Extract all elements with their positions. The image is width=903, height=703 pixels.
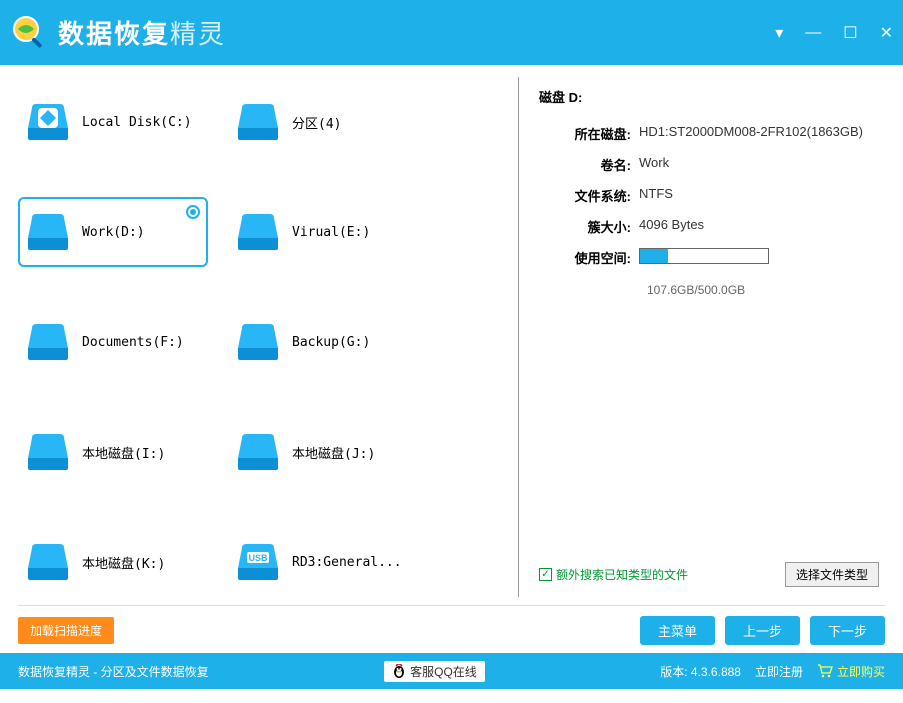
info-val-volname: Work	[639, 155, 879, 174]
info-key-host: 所在磁盘:	[539, 124, 639, 143]
drive-icon: USB	[234, 540, 282, 585]
info-key-fs: 文件系统:	[539, 186, 639, 205]
drive-icon	[24, 430, 72, 475]
info-val-host: HD1:ST2000DM008-2FR102(1863GB)	[639, 124, 879, 143]
buy-link[interactable]: 立即购买	[817, 663, 885, 680]
load-scan-progress-button[interactable]: 加载扫描进度	[18, 617, 114, 644]
info-val-cluster: 4096 Bytes	[639, 217, 879, 236]
action-bar: 加载扫描进度 主菜单 上一步 下一步	[18, 605, 885, 645]
app-logo-icon	[10, 13, 50, 53]
drive-icon	[234, 430, 282, 475]
drive-icon	[234, 100, 282, 145]
drive-icon	[24, 210, 72, 255]
drive-icon	[234, 320, 282, 365]
info-key-usage: 使用空间:	[539, 248, 639, 267]
drive-label: RD3:General...	[292, 555, 402, 570]
drive-item[interactable]: USB RD3:General...	[228, 527, 418, 597]
cart-icon	[817, 664, 833, 678]
info-key-volname: 卷名:	[539, 155, 639, 174]
breadcrumb: 数据恢复精灵 - 分区及文件数据恢复	[18, 663, 209, 680]
extra-search-checkbox[interactable]: ✓ 额外搜索已知类型的文件	[539, 566, 688, 583]
drive-item[interactable]: Virual(E:)	[228, 197, 418, 267]
drive-label: 分区(4)	[292, 113, 341, 132]
version-label: 版本: 4.3.6.888	[660, 663, 741, 680]
close-icon[interactable]: ✕	[880, 23, 893, 43]
drive-label: 本地磁盘(I:)	[82, 443, 165, 462]
prev-button[interactable]: 上一步	[725, 616, 800, 645]
info-val-fs: NTFS	[639, 186, 879, 205]
drive-icon	[24, 320, 72, 365]
drive-item[interactable]: Local Disk(C:)	[18, 87, 208, 157]
drive-label: Work(D:)	[82, 225, 145, 240]
drive-item[interactable]: 本地磁盘(J:)	[228, 417, 418, 487]
next-button[interactable]: 下一步	[810, 616, 885, 645]
drive-item[interactable]: Backup(G:)	[228, 307, 418, 377]
dropdown-icon[interactable]: ▾	[775, 23, 783, 43]
drive-item[interactable]: 本地磁盘(I:)	[18, 417, 208, 487]
register-link[interactable]: 立即注册	[755, 663, 803, 680]
drive-list-panel: Local Disk(C:) 分区(4) Work(D:) Virual(E:) Doc…	[18, 77, 518, 597]
main-content: Local Disk(C:) 分区(4) Work(D:) Virual(E:) Doc…	[0, 65, 903, 653]
drive-item[interactable]: Documents(F:)	[18, 307, 208, 377]
drive-label: Local Disk(C:)	[82, 115, 192, 130]
usage-bar-fill	[640, 249, 668, 263]
checkmark-icon: ✓	[539, 568, 552, 581]
drive-item[interactable]: 分区(4)	[228, 87, 418, 157]
maximize-icon[interactable]: ☐	[843, 23, 857, 43]
drive-label: 本地磁盘(K:)	[82, 553, 165, 572]
qq-support-button[interactable]: 客服QQ在线	[384, 661, 485, 682]
minimize-icon[interactable]: —	[805, 24, 821, 42]
drive-icon	[24, 540, 72, 585]
usage-text: 107.6GB/500.0GB	[647, 283, 879, 297]
drive-icon	[24, 100, 72, 145]
drive-label: Backup(G:)	[292, 335, 370, 350]
statusbar: 数据恢复精灵 - 分区及文件数据恢复 客服QQ在线 版本: 4.3.6.888 …	[0, 653, 903, 689]
qq-penguin-icon	[392, 664, 406, 678]
logo-area: 数据恢复精灵	[10, 13, 226, 53]
info-title: 磁盘 D:	[539, 87, 879, 106]
drive-info-panel: 磁盘 D: 所在磁盘:HD1:ST2000DM008-2FR102(1863GB…	[518, 77, 885, 597]
drive-item[interactable]: Work(D:)	[18, 197, 208, 267]
drive-label: 本地磁盘(J:)	[292, 443, 375, 462]
drive-icon	[234, 210, 282, 255]
drive-label: Documents(F:)	[82, 335, 184, 350]
drive-item[interactable]: 本地磁盘(K:)	[18, 527, 208, 597]
drive-label: Virual(E:)	[292, 225, 370, 240]
svg-text:USB: USB	[248, 553, 268, 563]
select-file-types-button[interactable]: 选择文件类型	[785, 562, 879, 587]
titlebar: 数据恢复精灵 ▾ — ☐ ✕	[0, 0, 903, 65]
info-val-usage	[639, 248, 879, 267]
info-key-cluster: 簇大小:	[539, 217, 639, 236]
app-title: 数据恢复精灵	[58, 14, 226, 51]
radio-selected-icon	[186, 205, 200, 219]
main-menu-button[interactable]: 主菜单	[640, 616, 715, 645]
